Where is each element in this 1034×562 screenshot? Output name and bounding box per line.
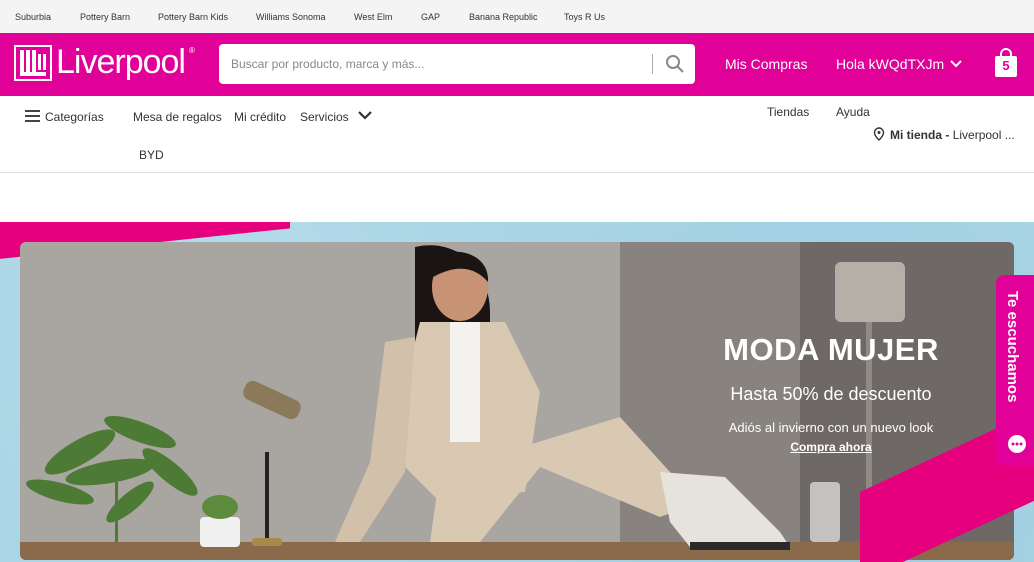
banner-subtitle: Hasta 50% de descuento: [730, 384, 932, 404]
bag-count-badge: 5: [1002, 58, 1010, 73]
nav-servicios[interactable]: Servicios: [300, 110, 349, 124]
chat-bubble-icon: [1008, 435, 1026, 453]
nav-byd[interactable]: BYD: [139, 148, 164, 162]
feedback-label: Te escuchamos: [1004, 291, 1021, 403]
partner-link-gap[interactable]: GAP: [421, 12, 440, 22]
nav-ayuda[interactable]: Ayuda: [836, 105, 870, 119]
search-input[interactable]: [231, 55, 651, 73]
main-header: Liverpool ® Mis Compras Hola kWQdTXJm 5: [0, 33, 1034, 96]
main-nav: Categorías Mesa de regalos Mi crédito Se…: [0, 96, 1034, 173]
mi-tienda-label: Mi tienda -: [890, 128, 950, 142]
hero-banner-section: MODA MUJER Hasta 50% de descuento Adiós …: [0, 222, 1034, 562]
search-icon[interactable]: [665, 54, 685, 74]
liverpool-logo[interactable]: Liverpool ®: [14, 43, 195, 82]
partner-link-williams-sonoma[interactable]: Williams Sonoma: [256, 12, 326, 22]
mis-compras-link[interactable]: Mis Compras: [725, 56, 807, 72]
partner-link-banana-republic[interactable]: Banana Republic: [469, 12, 538, 22]
liverpool-logo-icon: [14, 44, 52, 81]
banner-shop-now-link[interactable]: Compra ahora: [703, 440, 959, 454]
servicios-chevron-down-icon[interactable]: [357, 108, 373, 122]
partner-link-suburbia[interactable]: Suburbia: [15, 12, 51, 22]
nav-tiendas[interactable]: Tiendas: [767, 105, 809, 119]
feedback-tab[interactable]: Te escuchamos: [996, 275, 1034, 466]
nav-categorias[interactable]: Categorías: [45, 110, 104, 124]
nav-mi-credito[interactable]: Mi crédito: [234, 110, 286, 124]
banner-tagline: Adiós al invierno con un nuevo look: [728, 420, 934, 435]
account-greeting[interactable]: Hola kWQdTXJm: [836, 56, 944, 72]
partner-link-west-elm[interactable]: West Elm: [354, 12, 392, 22]
chevron-down-icon[interactable]: [949, 57, 963, 71]
partner-link-pottery-barn[interactable]: Pottery Barn: [80, 12, 130, 22]
logo-text: Liverpool: [56, 43, 186, 81]
partner-link-toys-r-us[interactable]: Toys R Us: [564, 12, 605, 22]
banner-title: MODA MUJER: [723, 332, 939, 367]
location-pin-icon: [873, 127, 885, 141]
mi-tienda-selector[interactable]: Mi tienda - Liverpool ...: [890, 128, 1015, 142]
logo-registered-mark: ®: [188, 46, 195, 55]
search-box: [219, 44, 695, 84]
search-divider: [652, 54, 653, 74]
mi-tienda-value: Liverpool ...: [952, 128, 1015, 142]
shopping-bag-button[interactable]: 5: [993, 48, 1019, 78]
hamburger-menu-icon[interactable]: [25, 110, 40, 122]
nav-mesa-de-regalos[interactable]: Mesa de regalos: [133, 110, 222, 124]
partner-bar: Suburbia Pottery Barn Pottery Barn Kids …: [0, 0, 1034, 33]
partner-link-pottery-barn-kids[interactable]: Pottery Barn Kids: [158, 12, 228, 22]
